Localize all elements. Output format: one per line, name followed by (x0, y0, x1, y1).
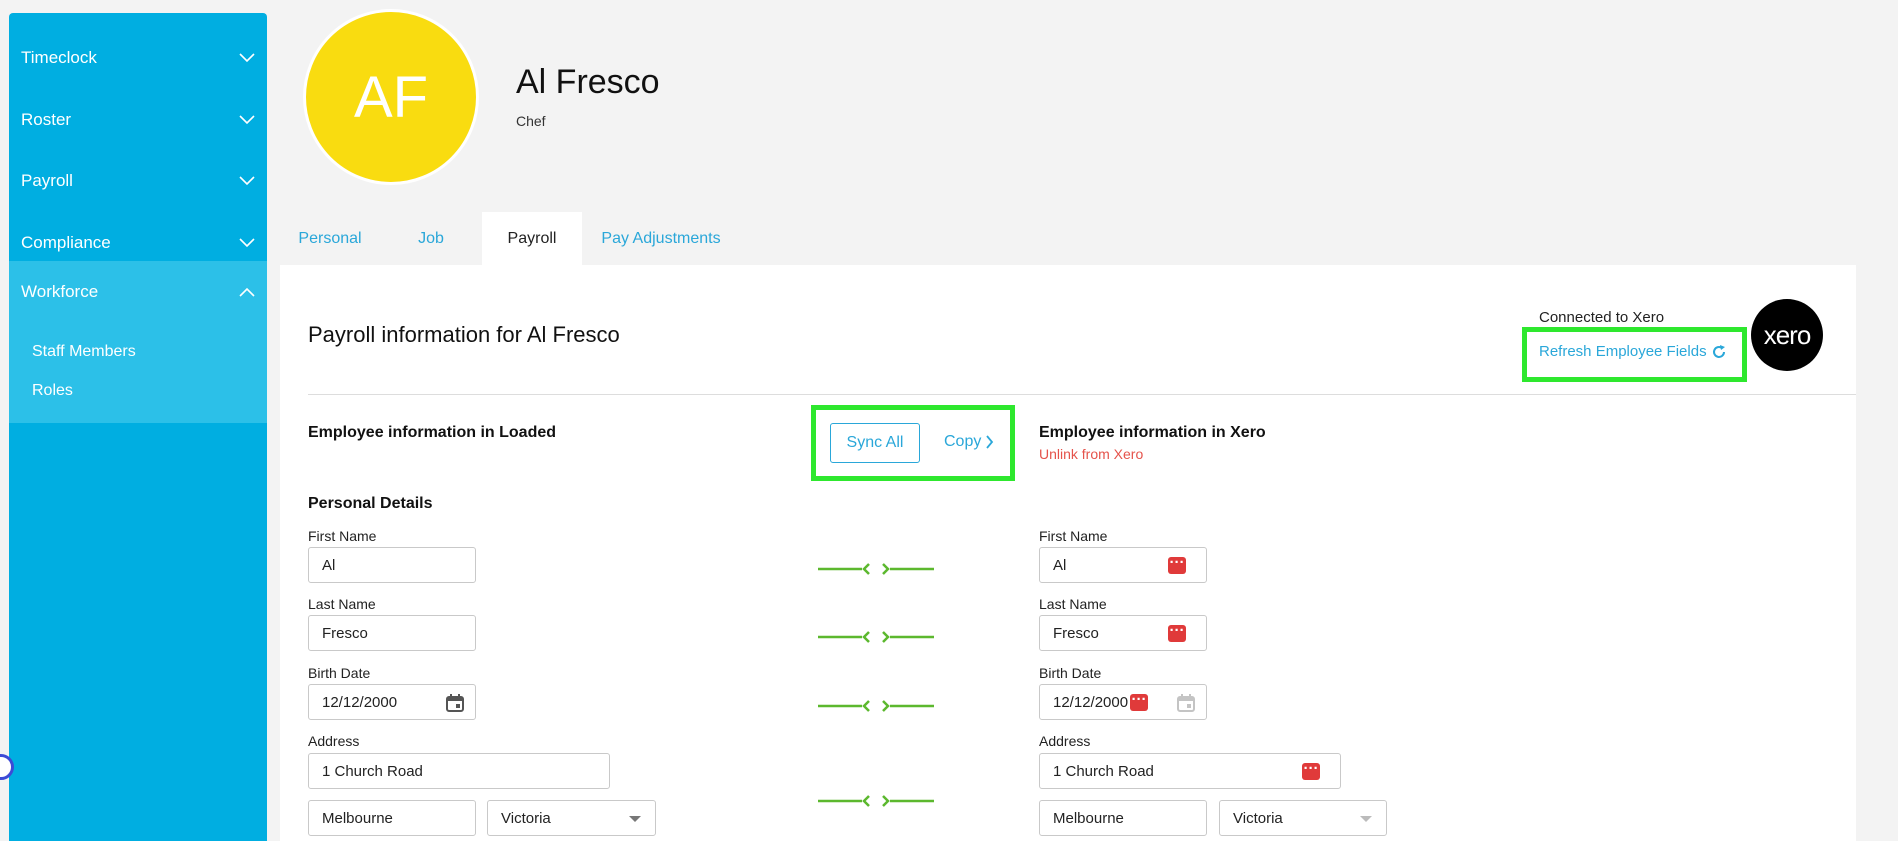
chevron-down-icon (239, 238, 255, 248)
loaded-address-input[interactable]: 1 Church Road (308, 753, 610, 789)
loaded-last-name-input[interactable]: Fresco (308, 615, 476, 651)
refresh-icon (1712, 344, 1725, 358)
tab-personal[interactable]: Personal (280, 212, 380, 265)
first-name-label: First Name (1039, 528, 1108, 544)
input-value: 12/12/2000 (322, 693, 398, 711)
link-arrows-icon (818, 700, 934, 712)
input-value: 12/12/2000 (1053, 693, 1129, 711)
sidebar-item-workforce[interactable]: Workforce (9, 261, 267, 321)
sidebar-item-timeclock[interactable]: Timeclock (9, 27, 267, 87)
xero-first-name-input[interactable]: Al (1039, 547, 1207, 583)
sidebar-item-label: Roster (21, 110, 72, 129)
copy-label: Copy (944, 433, 982, 450)
unlink-xero-link[interactable]: Unlink from Xero (1039, 446, 1143, 462)
sidebar-item-roster[interactable]: Roster (9, 89, 267, 149)
address-label: Address (1039, 733, 1091, 749)
address-label: Address (308, 733, 360, 749)
input-value: Al (1053, 556, 1067, 574)
input-value: Fresco (322, 624, 368, 642)
input-value: Melbourne (322, 809, 393, 827)
input-value: Fresco (1053, 624, 1099, 642)
xero-logo: xero (1751, 299, 1823, 371)
first-name-label: First Name (308, 528, 377, 544)
loaded-city-input[interactable]: Melbourne (308, 800, 476, 836)
link-arrows-icon (818, 563, 934, 575)
last-name-label: Last Name (308, 596, 376, 612)
sidebar-section-workforce: Workforce Staff Members Roles (9, 261, 267, 423)
chevron-right-icon (986, 435, 994, 449)
xero-last-name-input[interactable]: Fresco (1039, 615, 1207, 651)
loaded-column-heading: Employee information in Loaded (308, 424, 557, 441)
page-title: Payroll information for Al Fresco (308, 322, 620, 347)
xero-column-heading: Employee information in Xero (1039, 424, 1266, 441)
link-arrows-icon (818, 631, 934, 643)
calendar-icon[interactable] (445, 693, 465, 713)
last-name-label: Last Name (1039, 596, 1107, 612)
input-value: 1 Church Road (322, 762, 423, 780)
tab-payroll[interactable]: Payroll (482, 212, 582, 265)
xero-address-input[interactable]: 1 Church Road (1039, 753, 1341, 789)
sidebar-item-label: Timeclock (21, 48, 97, 67)
options-icon[interactable] (1168, 554, 1186, 574)
xero-city-input[interactable]: Melbourne (1039, 800, 1207, 836)
tab-job[interactable]: Job (380, 212, 482, 265)
sidebar-item-payroll[interactable]: Payroll (9, 150, 267, 210)
loaded-state-select[interactable]: Victoria (487, 800, 656, 836)
section-title: Personal Details (308, 495, 433, 512)
tab-pay-adjustments[interactable]: Pay Adjustments (582, 212, 740, 265)
caret-down-icon (1360, 816, 1372, 822)
sidebar: Timeclock Roster Payroll Compliance Work… (9, 13, 267, 841)
input-value: Al (322, 556, 336, 574)
options-icon[interactable] (1302, 760, 1320, 780)
chevron-down-icon (239, 115, 255, 125)
copy-button[interactable]: Copy (944, 433, 994, 451)
divider (308, 394, 1856, 395)
refresh-employee-fields-link[interactable]: Refresh Employee Fields (1539, 343, 1727, 360)
input-value: 1 Church Road (1053, 762, 1154, 780)
chevron-down-icon (239, 53, 255, 63)
avatar: AF (303, 9, 479, 185)
chevron-up-icon (239, 287, 255, 297)
employee-role: Chef (516, 113, 546, 129)
options-icon[interactable] (1168, 622, 1186, 642)
birth-date-label: Birth Date (308, 665, 371, 681)
sidebar-item-label: Compliance (21, 233, 111, 252)
refresh-label: Refresh Employee Fields (1539, 343, 1707, 360)
link-arrows-icon (818, 795, 934, 807)
loaded-first-name-input[interactable]: Al (308, 547, 476, 583)
input-value: Melbourne (1053, 809, 1124, 827)
sync-all-button[interactable]: Sync All (830, 423, 920, 463)
calendar-icon (1177, 694, 1195, 712)
options-icon[interactable] (1130, 691, 1148, 711)
employee-name: Al Fresco (516, 63, 660, 101)
xero-birth-date-input[interactable]: 12/12/2000 (1039, 684, 1207, 720)
chevron-down-icon (239, 176, 255, 186)
select-value: Victoria (501, 809, 551, 827)
birth-date-label: Birth Date (1039, 665, 1102, 681)
sidebar-item-label: Payroll (21, 171, 73, 190)
xero-state-select[interactable]: Victoria (1219, 800, 1387, 836)
sidebar-subitem-staff-members[interactable]: Staff Members (32, 343, 136, 361)
caret-down-icon (629, 816, 641, 822)
sidebar-item-label: Workforce (21, 282, 99, 301)
sidebar-subitem-roles[interactable]: Roles (32, 382, 73, 400)
loaded-birth-date-input[interactable]: 12/12/2000 (308, 684, 476, 720)
connection-status: Connected to Xero (1539, 309, 1665, 326)
select-value: Victoria (1233, 809, 1283, 827)
